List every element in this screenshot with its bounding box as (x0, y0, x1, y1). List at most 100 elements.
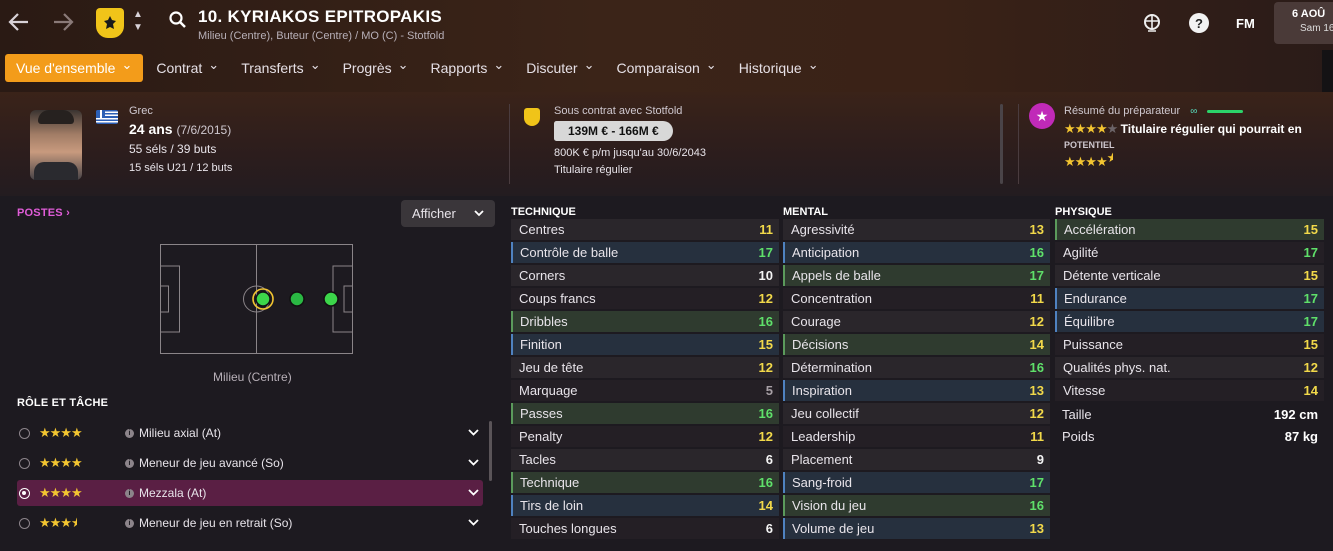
attribute-row[interactable]: Sang-froid 17 (783, 472, 1050, 493)
tab-bar: Vue d'ensemble ⌄ Contrat ⌄ Transferts ⌄ Progrè… (0, 54, 830, 82)
attribute-row[interactable]: Tacles 6 (511, 449, 779, 470)
attribute-value: 5 (765, 383, 773, 398)
role-radio[interactable] (19, 517, 30, 529)
header-scrollbar[interactable] (1000, 104, 1003, 184)
attribute-row[interactable]: Anticipation 16 (783, 242, 1050, 263)
knowledge-bar (1207, 109, 1244, 113)
back-arrow-icon[interactable] (8, 12, 30, 38)
search-icon[interactable] (168, 10, 188, 35)
attribute-row[interactable]: Puissance 15 (1055, 334, 1324, 355)
role-row[interactable]: ★★★★ i Mezzala (At) (17, 480, 483, 506)
attribute-row[interactable]: Tirs de loin 14 (511, 495, 779, 516)
help-icon[interactable]: ? (1189, 13, 1209, 33)
attribute-row[interactable]: Coups francs 12 (511, 288, 779, 309)
attribute-row[interactable]: Équilibre 17 (1055, 311, 1324, 332)
chevron-down-icon[interactable] (468, 427, 479, 439)
attribute-name: Endurance (1064, 291, 1127, 306)
scout-title: Résumé du préparateur (1064, 105, 1181, 117)
transfer-value-badge[interactable]: 139M € - 166M € (554, 121, 673, 141)
attribute-name: Concentration (791, 291, 872, 306)
attribute-row[interactable]: Contrôle de balle 17 (511, 242, 779, 263)
star-icon: ★ (1029, 103, 1055, 129)
tab-label: Progrès (342, 60, 392, 76)
attribute-row[interactable]: Volume de jeu 13 (783, 518, 1050, 539)
potential-label: POTENTIEL (1064, 140, 1115, 150)
attribute-row[interactable]: Finition 15 (511, 334, 779, 355)
attribute-row[interactable]: Agressivité 13 (783, 219, 1050, 240)
attribute-row[interactable]: Jeu de tête 12 (511, 357, 779, 378)
role-radio[interactable] (19, 457, 30, 469)
attribute-row[interactable]: Dribbles 16 (511, 311, 779, 332)
attribute-row[interactable]: Corners 10 (511, 265, 779, 286)
attribute-row[interactable]: Passes 16 (511, 403, 779, 424)
attribute-row[interactable]: Concentration 11 (783, 288, 1050, 309)
tab-7[interactable]: Historique ⌄ (728, 54, 830, 82)
attribute-row[interactable]: Appels de balle 17 (783, 265, 1050, 286)
attribute-name: Dribbles (520, 314, 568, 329)
attribute-name: Penalty (519, 429, 563, 444)
role-row[interactable]: ★★★★ i Meneur de jeu en retrait (So) (17, 510, 483, 536)
info-icon[interactable]: i (125, 488, 134, 498)
role-radio[interactable] (19, 487, 30, 499)
tab-5[interactable]: Discuter ⌄ (515, 54, 605, 82)
tab-6[interactable]: Comparaison ⌄ (606, 54, 728, 82)
attribute-row[interactable]: Courage 12 (783, 311, 1050, 332)
attribute-name: Centres (519, 222, 565, 237)
tab-4[interactable]: Rapports ⌄ (420, 54, 516, 82)
pitch-diagram (160, 244, 353, 354)
attribute-row[interactable]: Vitesse 14 (1055, 380, 1324, 401)
attribute-row[interactable]: Vision du jeu 16 (783, 495, 1050, 516)
attribute-row[interactable]: Agilité 17 (1055, 242, 1324, 263)
forward-arrow-icon[interactable] (52, 12, 74, 38)
positions-title[interactable]: POSTES › (17, 207, 70, 219)
attribute-row[interactable]: Inspiration 13 (783, 380, 1050, 401)
roles-scrollbar[interactable] (489, 421, 492, 481)
attribute-row[interactable]: Détente verticale 15 (1055, 265, 1324, 286)
info-icon[interactable]: i (125, 458, 134, 468)
date-continue-button[interactable]: 6 AOÛ Sam 16 (1274, 2, 1333, 44)
attribute-row[interactable]: Penalty 12 (511, 426, 779, 447)
chevron-down-icon[interactable] (468, 457, 479, 469)
chevron-down-icon[interactable] (468, 487, 479, 499)
tab-1[interactable]: Contrat ⌄ (145, 54, 230, 82)
globe-icon[interactable] (1142, 13, 1162, 33)
role-row[interactable]: ★★★★ i Milieu axial (At) (17, 420, 483, 446)
role-row[interactable]: ★★★★ i Meneur de jeu avancé (So) (17, 450, 483, 476)
attribute-name: Qualités phys. nat. (1063, 360, 1171, 375)
attribute-row[interactable]: Décisions 14 (783, 334, 1050, 355)
attribute-row[interactable]: Endurance 17 (1055, 288, 1324, 309)
attribute-row[interactable]: Touches longues 6 (511, 518, 779, 539)
tab-2[interactable]: Transferts ⌄ (230, 54, 331, 82)
attribute-value: 14 (1303, 383, 1318, 398)
attribute-row[interactable]: Technique 16 (511, 472, 779, 493)
tab-label: Vue d'ensemble (16, 60, 116, 76)
tab-3[interactable]: Progrès ⌄ (332, 54, 420, 82)
info-icon[interactable]: i (125, 518, 134, 528)
fm-menu-button[interactable]: FM (1236, 16, 1255, 31)
attribute-row[interactable]: Centres 11 (511, 219, 779, 240)
attribute-name: Vision du jeu (792, 498, 867, 513)
weight-value: 87 kg (1284, 428, 1318, 444)
attribute-value: 14 (758, 498, 773, 513)
attribute-row[interactable]: Qualités phys. nat. 12 (1055, 357, 1324, 378)
chevron-down-icon: ⌄ (121, 57, 133, 72)
attribute-row[interactable]: Jeu collectif 12 (783, 403, 1050, 424)
attribute-name: Volume de jeu (792, 521, 875, 536)
attribute-name: Détermination (791, 360, 872, 375)
attribute-row[interactable]: Détermination 16 (783, 357, 1050, 378)
tab-label: Contrat (156, 60, 203, 76)
club-badge-icon[interactable] (96, 8, 124, 38)
attribute-row[interactable]: Accélération 15 (1055, 219, 1324, 240)
display-dropdown[interactable]: Afficher (401, 200, 495, 227)
attribute-name: Contrôle de balle (520, 245, 619, 260)
player-switch-arrows-icon[interactable]: ▲ ▼ (133, 8, 143, 34)
attribute-row[interactable]: Placement 9 (783, 449, 1050, 470)
chevron-down-icon[interactable] (468, 517, 479, 529)
attribute-row[interactable]: Leadership 11 (783, 426, 1050, 447)
attribute-row[interactable]: Marquage 5 (511, 380, 779, 401)
attribute-value: 16 (758, 475, 773, 490)
age: 24 ans (129, 121, 173, 137)
info-icon[interactable]: i (125, 428, 134, 438)
tab-0[interactable]: Vue d'ensemble ⌄ (5, 54, 144, 82)
role-radio[interactable] (19, 427, 30, 439)
